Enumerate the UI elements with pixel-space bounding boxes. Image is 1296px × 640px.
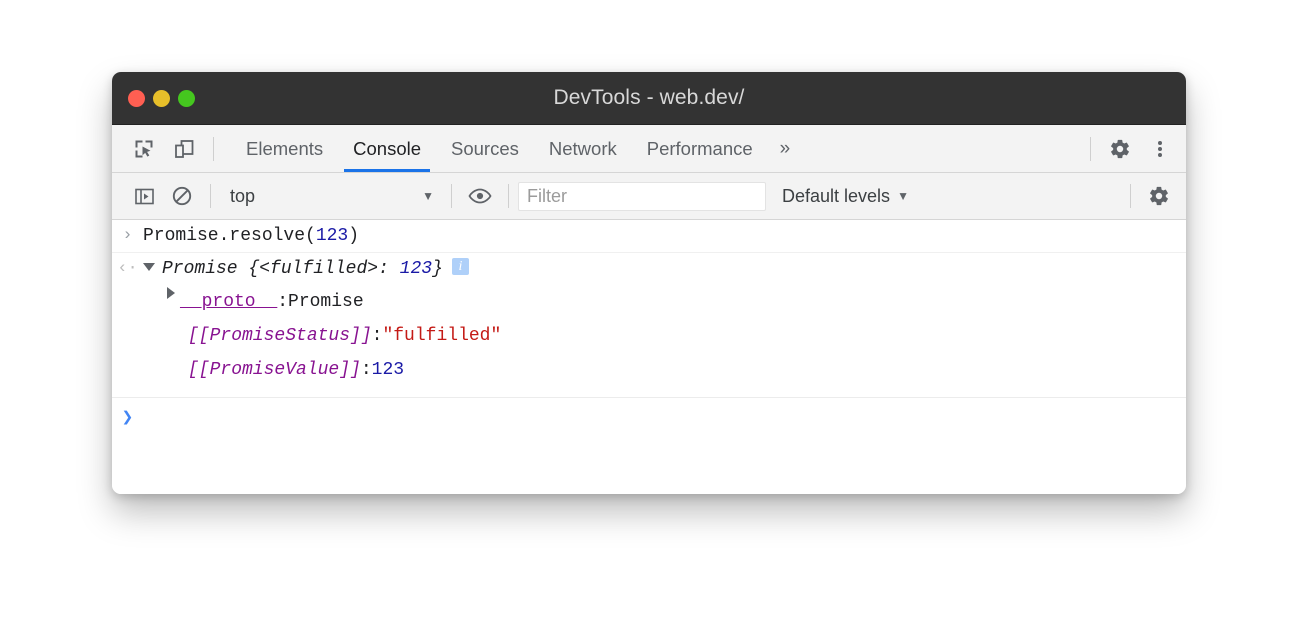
- chevron-down-icon: ▼: [422, 190, 434, 202]
- context-selector-value: top: [230, 186, 255, 207]
- property-key: [[PromiseValue]]: [188, 356, 361, 384]
- expand-triangle-icon[interactable]: [143, 263, 155, 271]
- window-title-bar: DevTools - web.dev/: [112, 72, 1186, 125]
- tab-performance[interactable]: Performance: [632, 125, 768, 172]
- devtools-window: DevTools - web.dev/: [112, 72, 1186, 494]
- clear-console-icon: [171, 185, 193, 207]
- property-row-promise-value: [[PromiseValue]]: 123: [112, 353, 1186, 387]
- property-separator: :: [361, 356, 372, 384]
- console-toolbar-right-actions: [1121, 178, 1186, 214]
- inspect-element-icon: [133, 138, 155, 160]
- property-separator: :: [372, 322, 383, 350]
- console-sidebar-toggle-button[interactable]: [125, 178, 163, 214]
- property-row-promise-status: [[PromiseStatus]]: "fulfilled": [112, 319, 1186, 353]
- device-toolbar-icon: [173, 138, 195, 160]
- console-result-preview[interactable]: Promise {<fulfilled>: 123} i: [143, 256, 469, 282]
- property-separator: :: [277, 288, 288, 316]
- clear-console-button[interactable]: [163, 178, 201, 214]
- result-brace-close: }: [432, 259, 443, 279]
- inspect-element-button[interactable]: [124, 130, 164, 168]
- log-levels-selector[interactable]: Default levels ▼: [782, 186, 909, 207]
- live-expression-button[interactable]: [461, 178, 499, 214]
- tab-network[interactable]: Network: [534, 125, 632, 172]
- console-toolbar-divider-4: [1130, 184, 1131, 208]
- console-input-expression: Promise.resolve(123): [143, 223, 359, 249]
- console-message-list[interactable]: › Promise.resolve(123) ‹· Promise {<fulf…: [112, 220, 1186, 494]
- tabstrip-divider: [213, 137, 214, 161]
- filter-input[interactable]: [518, 182, 766, 211]
- property-key: [[PromiseStatus]]: [188, 322, 372, 350]
- result-colon: :: [378, 259, 400, 279]
- result-internal-key: <fulfilled>: [259, 259, 378, 279]
- gear-icon: [1109, 138, 1131, 160]
- property-value: "fulfilled": [382, 322, 501, 350]
- console-toolbar-divider-2: [451, 184, 452, 208]
- input-code-prefix: Promise.resolve(: [143, 226, 316, 246]
- tab-console[interactable]: Console: [338, 125, 436, 172]
- device-toolbar-button[interactable]: [164, 130, 204, 168]
- property-value: Promise: [288, 288, 364, 316]
- property-value: 123: [372, 356, 404, 384]
- more-panels-button[interactable]: »: [768, 125, 803, 172]
- tabstrip-right-actions: [1081, 125, 1186, 172]
- devtools-settings-button[interactable]: [1100, 130, 1140, 168]
- console-input-row: › Promise.resolve(123): [112, 220, 1186, 253]
- devtools-main-menu-button[interactable]: [1140, 130, 1180, 168]
- console-toolbar: top ▼ Default levels ▼: [112, 173, 1186, 220]
- prompt-chevron-icon: ❯: [112, 405, 143, 431]
- console-toolbar-divider-3: [508, 184, 509, 208]
- result-value: 123: [400, 259, 432, 279]
- console-sidebar-icon: [134, 186, 155, 207]
- log-levels-label: Default levels: [782, 186, 890, 207]
- more-vertical-icon: [1150, 138, 1170, 160]
- info-badge-icon[interactable]: i: [452, 258, 469, 275]
- javascript-context-selector[interactable]: top ▼: [220, 181, 442, 211]
- input-chevron-icon: ›: [112, 223, 143, 249]
- tab-sources[interactable]: Sources: [436, 125, 534, 172]
- panel-tab-strip: Elements Console Sources Network Perform…: [112, 125, 1186, 173]
- window-title: DevTools - web.dev/: [112, 72, 1186, 124]
- input-code-suffix: ): [348, 226, 359, 246]
- result-object-name: Promise: [162, 259, 238, 279]
- property-key[interactable]: __proto__: [180, 288, 277, 316]
- panel-tabs: Elements Console Sources Network Perform…: [231, 125, 802, 172]
- console-settings-button[interactable]: [1140, 178, 1178, 214]
- chevron-down-icon: ▼: [897, 190, 909, 202]
- tab-elements[interactable]: Elements: [231, 125, 338, 172]
- live-expression-eye-icon: [468, 186, 492, 206]
- result-chevron-icon: ‹·: [112, 256, 143, 282]
- console-prompt-row[interactable]: ❯: [112, 397, 1186, 434]
- result-brace-open: {: [238, 259, 260, 279]
- property-row-proto[interactable]: __proto__: Promise: [112, 285, 1186, 319]
- tabstrip-right-divider: [1090, 137, 1091, 161]
- console-toolbar-divider-1: [210, 184, 211, 208]
- collapse-triangle-icon[interactable]: [167, 287, 175, 299]
- input-code-number: 123: [316, 226, 348, 246]
- console-result-row: ‹· Promise {<fulfilled>: 123} i: [112, 253, 1186, 285]
- console-settings-gear-icon: [1148, 185, 1170, 207]
